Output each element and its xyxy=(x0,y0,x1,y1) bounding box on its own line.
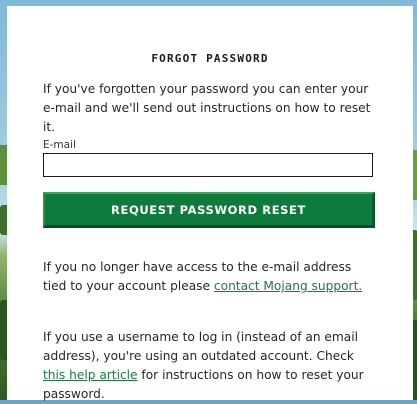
forgot-password-card: FORGOT PASSWORD If you've forgotten your… xyxy=(7,6,413,401)
intro-text: If you've forgotten your password you ca… xyxy=(43,82,371,134)
page-title: FORGOT PASSWORD xyxy=(151,52,269,65)
no-access-text: If you no longer have access to the e-ma… xyxy=(43,258,373,296)
username-copy-1: If you use a username to log in (instead… xyxy=(43,330,359,363)
email-field[interactable] xyxy=(43,153,373,177)
contact-support-link[interactable]: contact Mojang support. xyxy=(214,279,362,293)
username-account-text: If you use a username to log in (instead… xyxy=(43,328,373,404)
email-label: E-mail xyxy=(43,139,76,151)
help-article-link[interactable]: this help article xyxy=(43,368,138,382)
request-password-reset-button[interactable]: REQUEST PASSWORD RESET xyxy=(43,192,375,228)
request-password-reset-label: REQUEST PASSWORD RESET xyxy=(111,202,306,217)
